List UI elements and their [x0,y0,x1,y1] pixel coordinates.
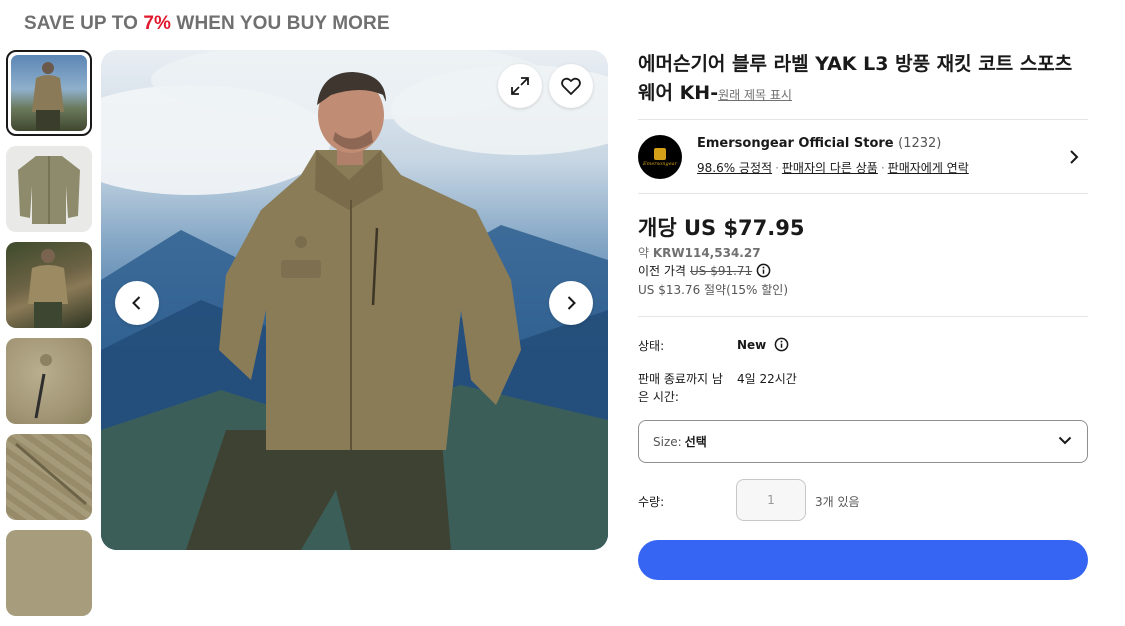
divider [638,193,1088,194]
promo-suffix: WHEN YOU BUY MORE [171,13,390,34]
seller-other-items-link[interactable]: 판매자의 다른 상품 [782,161,878,175]
info-icon[interactable] [774,337,789,352]
divider [638,316,1088,317]
separator-dot: · [775,161,779,175]
store-logo-text: Emersongear [642,160,678,167]
condition-label: 상태: [638,339,665,353]
store-links: 98.6% 긍정적 · 판매자의 다른 상품 · 판매자에게 연락 [697,159,969,176]
watchlist-button[interactable] [549,64,593,108]
size-select-value: 선택 [684,435,707,449]
thumbnail-4[interactable] [6,338,92,424]
divider [638,119,1088,120]
info-icon[interactable] [756,263,771,278]
thumbnail-jacket [18,156,80,224]
previous-price-label: 이전 가격 [638,264,686,278]
thumbnail-figure [28,249,68,328]
promo-percent: 7% [143,13,172,34]
thumbnail-image [6,530,92,616]
promo-prefix: SAVE UP TO [24,13,144,34]
quantity-input[interactable] [736,479,806,521]
thumbnail-2[interactable] [6,146,92,232]
expand-button[interactable] [498,64,542,108]
item-price: 개당 US $77.95 [638,216,805,240]
previous-image-button[interactable] [115,281,159,325]
main-product-image[interactable] [101,50,608,550]
product-title: 에머슨기어 블루 라벨 YAK L3 방풍 재킷 코트 스포츠 웨어 KH-원래… [638,50,1088,110]
thumbnail-list [6,50,94,626]
approx-prefix: 약 [638,246,653,260]
savings-text: US $13.76 절약(15% 할인) [638,283,789,297]
thumbnail-5[interactable] [6,434,92,520]
thumbnail-6[interactable] [6,530,92,616]
quantity-label: 수량: [638,495,665,509]
previous-price-value: US $91.71 [689,263,753,278]
thumbnail-image [6,338,92,424]
available-quantity: 3개 있음 [815,495,860,509]
show-original-title-link[interactable]: 원래 제목 표시 [718,88,792,102]
thumbnail-image [11,55,87,131]
store-logo-mark [654,147,666,160]
thumbnail-detail [15,442,87,506]
previous-price: 이전 가격 US $91.71 [638,262,771,279]
condition-value-text: New [737,337,767,352]
seller-details-button[interactable] [1067,149,1081,169]
next-image-button[interactable] [549,281,593,325]
product-title-text: 에머슨기어 블루 라벨 YAK L3 방풍 재킷 코트 스포츠 웨어 KH- [638,53,1073,104]
store-logo[interactable]: Emersongear [638,135,682,179]
expand-icon [511,77,529,95]
positive-feedback-link[interactable]: 98.6% 긍정적 [697,161,772,175]
thumbnail-3[interactable] [6,242,92,328]
thumbnail-1[interactable] [6,50,92,136]
chevron-left-icon [132,296,141,310]
heart-icon [561,77,581,96]
condition-value: New [737,337,789,352]
store-name-text: Emersongear Official Store [697,136,894,151]
approx-price: 약 KRW114,534.27 [638,244,761,261]
promo-banner: SAVE UP TO 7% WHEN YOU BUY MORE [24,13,390,35]
thumbnail-detail [34,354,52,419]
thumbnail-image [6,242,92,328]
buy-it-now-button[interactable] [638,540,1088,580]
time-left-label: 판매 종료까지 남은 시간: [638,372,723,404]
approx-value: KRW114,534.27 [652,246,761,260]
separator-dot: · [880,161,885,175]
size-select[interactable]: Size: 선택 [638,420,1088,463]
thumbnail-figure [32,62,64,130]
product-photo [101,50,608,550]
store-feedback-count: (1232) [898,136,942,151]
store-name[interactable]: Emersongear Official Store (1232) [697,136,941,151]
chevron-right-icon [567,296,576,310]
contact-seller-link[interactable]: 판매자에게 연락 [888,161,969,175]
chevron-down-icon [1057,432,1073,451]
thumbnail-image [6,434,92,520]
size-select-label: Size: [653,434,682,449]
time-left-value: 4일 22시간 [737,372,797,386]
chevron-right-icon [1070,150,1079,164]
